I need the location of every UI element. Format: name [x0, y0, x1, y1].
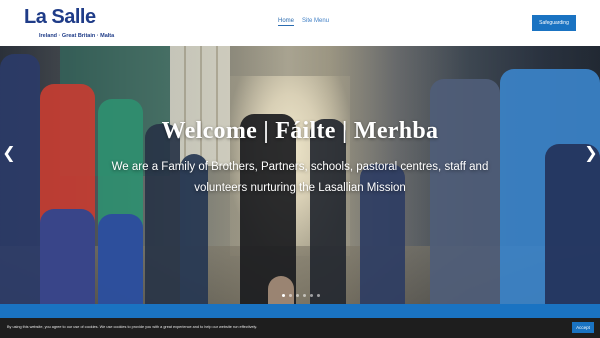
slider-dots: [282, 294, 320, 297]
hero-figure: [0, 54, 40, 304]
safeguarding-button[interactable]: Safeguarding: [532, 15, 576, 31]
logo-subtitle: Ireland · Great Britain · Malta: [39, 33, 115, 39]
slider-dot[interactable]: [310, 294, 313, 297]
accept-cookies-button[interactable]: Accept: [572, 322, 594, 333]
slider-dot[interactable]: [303, 294, 306, 297]
hero-subtitle: We are a Family of Brothers, Partners, s…: [111, 161, 489, 194]
nav-item-home[interactable]: Home: [278, 18, 295, 26]
slider-dot[interactable]: [289, 294, 292, 297]
slider-dot[interactable]: [296, 294, 299, 297]
main-nav: Home Site Menu: [278, 18, 329, 26]
chevron-left-icon[interactable]: ❮: [2, 144, 16, 162]
cookie-bar: By using this website, you agree to our …: [0, 318, 600, 338]
nav-item-site-menu[interactable]: Site Menu: [302, 18, 329, 26]
la-salle-logo[interactable]: La Salle Ireland · Great Britain · Malta: [24, 6, 114, 42]
hero-figure: [40, 209, 95, 304]
slider-dot[interactable]: [282, 294, 285, 297]
hero-title: Welcome | Fáilte | Merhba: [161, 118, 439, 144]
blue-band: [0, 304, 600, 318]
hero-slider: Welcome | Fáilte | Merhba We are a Famil…: [0, 46, 600, 304]
site-header: La Salle Ireland · Great Britain · Malta…: [0, 0, 600, 46]
chevron-right-icon[interactable]: ❯: [584, 144, 598, 162]
logo-text: La Salle: [24, 6, 96, 28]
hero-figure: [98, 214, 143, 304]
page: La Salle Ireland · Great Britain · Malta…: [0, 0, 600, 338]
hero-figure: [545, 144, 600, 304]
slider-dot[interactable]: [317, 294, 320, 297]
cookie-text: By using this website, you agree to our …: [7, 325, 258, 329]
hero-figure: [310, 119, 346, 304]
hero-figure: [145, 124, 180, 304]
hero-figure: [268, 276, 294, 304]
